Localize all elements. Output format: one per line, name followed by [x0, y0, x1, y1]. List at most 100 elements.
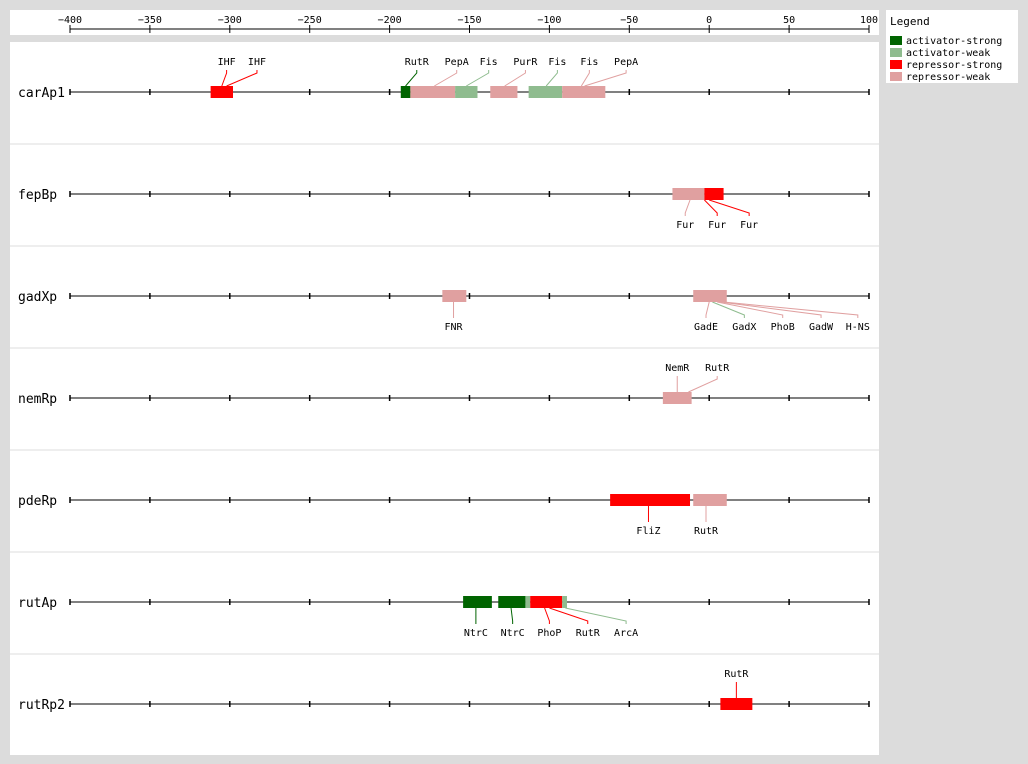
- promoter-label: rutRp2: [18, 698, 65, 713]
- binding-site-ntrc: [498, 596, 526, 608]
- promoter-row-gadXp: gadXp FNR GadE GadX PhoB GadW H-NS: [10, 245, 879, 333]
- site-leader-line: [510, 607, 514, 624]
- site-label: RutR: [405, 57, 430, 68]
- site-label: NemR: [665, 363, 690, 374]
- site-leader-line: [466, 70, 490, 87]
- site-label: GadE: [694, 322, 718, 333]
- axis-tick-label: −50: [620, 15, 638, 26]
- promoter-row-nemRp: nemRp NemR RutR: [10, 347, 879, 407]
- promoter-label: fepBp: [18, 188, 57, 203]
- legend-swatch-activator-strong: [890, 36, 902, 45]
- axis-tick-label: 100: [860, 15, 878, 26]
- promoter-tracks-panel: carAp1 IHF IHF RutR PepA Fis PurR Fis Fis PepA fep…: [10, 42, 879, 755]
- binding-site-gade: [693, 290, 727, 302]
- axis-tick-label: 0: [706, 15, 712, 26]
- site-leader-line: [684, 199, 691, 216]
- site-leader-line: [405, 70, 418, 87]
- binding-site-ntrc: [463, 596, 492, 608]
- binding-site-fur: [672, 188, 705, 200]
- site-label: RutR: [724, 669, 749, 680]
- site-label: Fur: [708, 220, 726, 231]
- site-label: RutR: [576, 628, 601, 639]
- promoter-label: rutAp: [18, 596, 57, 611]
- legend-box: Legendactivator-strongactivator-weakrepr…: [890, 15, 1002, 83]
- promoter-label: carAp1: [18, 86, 65, 101]
- legend-item-label: activator-weak: [906, 48, 990, 59]
- site-label: H-NS: [846, 322, 870, 333]
- site-label: Fis: [580, 57, 598, 68]
- site-leader-line: [544, 607, 550, 624]
- site-leader-line: [545, 70, 558, 87]
- site-label: PurR: [513, 57, 538, 68]
- binding-site-fliz: [610, 494, 691, 506]
- site-label: RutR: [705, 363, 730, 374]
- axis-tick-label: −400: [58, 15, 82, 26]
- site-leader-line: [580, 70, 590, 87]
- site-label: FliZ: [636, 526, 660, 537]
- site-leader-line: [226, 70, 258, 87]
- binding-site-rutr: [530, 596, 563, 608]
- promoter-label: gadXp: [18, 290, 57, 305]
- site-leader-line: [221, 70, 228, 87]
- binding-site-fnr: [442, 290, 467, 302]
- site-label: GadW: [809, 322, 834, 333]
- legend-swatch-repressor-strong: [890, 60, 902, 69]
- position-axis-panel: −400 −350 −300 −250 −200 −150 −100 −50 0 50 100: [10, 10, 879, 35]
- promoter-row-carAp1: carAp1 IHF IHF RutR PepA Fis PurR Fis Fis PepA: [18, 57, 870, 101]
- legend-item-label: repressor-strong: [906, 60, 1002, 71]
- binding-site-phop: [525, 596, 531, 608]
- legend: Legend activator-strong activator-weak repr…: [886, 10, 1018, 83]
- binding-site-purr: [490, 86, 518, 98]
- axis-tick-label: 50: [783, 15, 795, 26]
- promoter-label: pdeRp: [18, 494, 57, 509]
- legend-title: Legend: [890, 15, 930, 28]
- legend-item-label: repressor-weak: [906, 72, 990, 83]
- site-leader-line: [434, 70, 458, 87]
- site-label: PepA: [445, 57, 469, 68]
- legend-swatch-repressor-weak: [890, 72, 902, 81]
- binding-site-fis: [528, 86, 563, 98]
- position-axis: −400 −350 −300 −250 −200 −150 −100 −50 0 50 100: [58, 15, 878, 33]
- axis-tick-label: −200: [378, 15, 402, 26]
- site-label: PhoP: [537, 628, 561, 639]
- site-leader-line: [705, 301, 710, 318]
- axis-tick-label: −150: [457, 15, 481, 26]
- site-label: RutR: [694, 526, 719, 537]
- site-label: GadX: [732, 322, 756, 333]
- promoter-row-rutAp: rutAp NtrC NtrC PhoP RutR ArcA: [10, 551, 879, 639]
- site-leader-line: [584, 70, 627, 87]
- site-label: PhoB: [771, 322, 795, 333]
- promoter-row-pdeRp: pdeRp FliZ RutR: [10, 449, 879, 537]
- binding-site-arca: [562, 596, 567, 608]
- site-label: IHF: [218, 57, 236, 68]
- site-leader-line: [723, 301, 859, 318]
- legend-swatch-activator-weak: [890, 48, 902, 57]
- site-label: IHF: [248, 57, 266, 68]
- site-leader-line: [709, 199, 750, 216]
- binding-site-ihf: [210, 86, 233, 98]
- binding-site-fur: [704, 188, 724, 200]
- binding-site-rutr: [693, 494, 727, 506]
- axis-tick-label: −100: [537, 15, 561, 26]
- site-leader-line: [688, 376, 718, 393]
- legend-item-label: activator-strong: [906, 36, 1002, 47]
- binding-site-rutr: [720, 698, 753, 710]
- site-label: NtrC: [501, 628, 525, 639]
- binding-site-pepa: [410, 86, 456, 98]
- binding-site-nemr: [662, 392, 692, 404]
- promoter-row-fepBp: fepBp Fur Fur Fur: [10, 143, 879, 231]
- site-leader-line: [504, 70, 526, 87]
- axis-tick-label: −250: [298, 15, 322, 26]
- promoter-tracks: carAp1 IHF IHF RutR PepA Fis PurR Fis Fis PepA fep…: [10, 57, 879, 713]
- site-label: ArcA: [614, 628, 638, 639]
- site-label: Fur: [676, 220, 694, 231]
- site-label: Fis: [480, 57, 498, 68]
- site-label: FNR: [444, 322, 463, 333]
- promoter-label: nemRp: [18, 392, 57, 407]
- axis-tick-label: −350: [138, 15, 162, 26]
- site-label: NtrC: [464, 628, 488, 639]
- site-label: Fur: [740, 220, 758, 231]
- axis-tick-label: −300: [218, 15, 242, 26]
- binding-site-rutr: [400, 86, 411, 98]
- binding-site-fis: [455, 86, 478, 98]
